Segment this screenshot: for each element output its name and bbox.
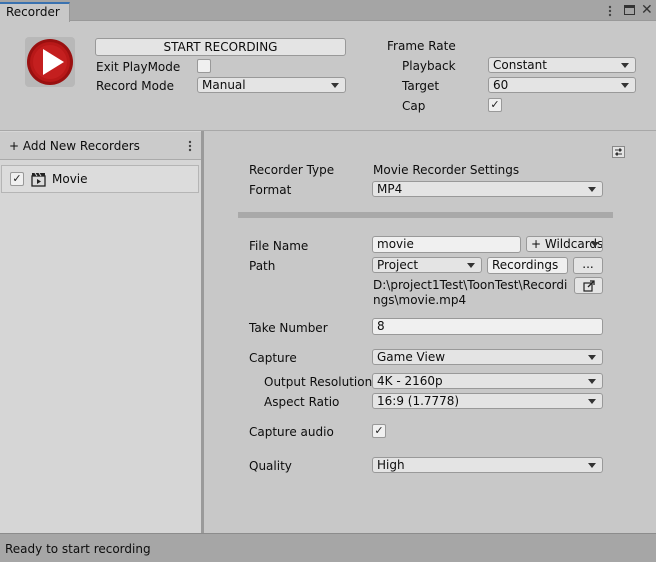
browse-button[interactable]: ...: [573, 257, 603, 274]
aspect-ratio-dropdown[interactable]: 16:9 (1.7778): [372, 393, 603, 409]
frame-rate-title: Frame Rate: [387, 39, 456, 53]
full-path-line-2: ngs\movie.mp4: [373, 293, 467, 307]
kebab-menu-icon[interactable]: [188, 140, 192, 152]
capture-dropdown[interactable]: Game View: [372, 349, 603, 365]
tab-bar: [0, 0, 656, 21]
recorder-type-value: Movie Recorder Settings: [373, 163, 520, 177]
capture-label: Capture: [249, 351, 297, 365]
chevron-down-icon: [467, 263, 475, 268]
record-mode-dropdown[interactable]: Manual: [197, 77, 346, 93]
clapperboard-icon: [31, 172, 46, 187]
record-mode-label: Record Mode: [96, 79, 174, 93]
file-name-field[interactable]: movie: [372, 236, 521, 253]
status-bar: Ready to start recording: [0, 533, 656, 562]
path-folder-field[interactable]: Recordings: [487, 257, 568, 274]
chevron-down-icon: [331, 83, 339, 88]
chevron-down-icon: [588, 355, 596, 360]
add-new-recorders-button[interactable]: + Add New Recorders: [9, 138, 140, 154]
list-item[interactable]: ✓ Movie: [1, 165, 199, 193]
aspect-ratio-label: Aspect Ratio: [264, 395, 340, 409]
target-label: Target: [402, 79, 440, 93]
play-icon: [25, 37, 75, 87]
playback-label: Playback: [402, 59, 456, 73]
preset-icon[interactable]: [612, 146, 625, 158]
file-name-label: File Name: [249, 239, 309, 253]
status-text: Ready to start recording: [5, 542, 151, 556]
exit-playmode-checkbox[interactable]: [197, 59, 211, 73]
output-resolution-dropdown[interactable]: 4K - 2160p: [372, 373, 603, 389]
full-path-line-1: D:\project1Test\ToonTest\Recordi: [373, 278, 568, 292]
quality-label: Quality: [249, 459, 292, 473]
window-tab[interactable]: Recorder: [0, 2, 70, 22]
chevron-down-icon: [621, 83, 629, 88]
path-label: Path: [249, 259, 276, 273]
chevron-down-icon: [588, 187, 596, 192]
chevron-down-icon: [591, 242, 599, 247]
wildcards-dropdown[interactable]: + Wildcards: [526, 236, 603, 252]
chevron-down-icon: [588, 463, 596, 468]
quality-dropdown[interactable]: High: [372, 457, 603, 473]
maximize-icon[interactable]: [624, 5, 635, 15]
recorder-item-label: Movie: [52, 172, 88, 186]
close-icon[interactable]: ✕: [641, 2, 653, 18]
recorder-type-label: Recorder Type: [249, 163, 335, 177]
path-root-dropdown[interactable]: Project: [372, 257, 482, 273]
format-label: Format: [249, 183, 292, 197]
output-resolution-label: Output Resolution: [264, 375, 373, 389]
kebab-menu-icon[interactable]: [608, 5, 612, 17]
recorder-enabled-checkbox[interactable]: ✓: [10, 172, 24, 186]
chevron-down-icon: [588, 379, 596, 384]
open-external-icon: [582, 280, 595, 292]
capture-audio-checkbox[interactable]: ✓: [372, 424, 386, 438]
target-dropdown[interactable]: 60: [488, 77, 636, 93]
format-dropdown[interactable]: MP4: [372, 181, 603, 197]
open-output-folder-button[interactable]: [574, 277, 603, 294]
record-play-button[interactable]: [25, 37, 75, 87]
start-recording-button[interactable]: START RECORDING: [95, 38, 346, 56]
section-separator: [238, 212, 613, 218]
capture-audio-label: Capture audio: [249, 425, 334, 439]
window-tab-label: Recorder: [6, 5, 60, 19]
cap-label: Cap: [402, 99, 426, 113]
take-number-label: Take Number: [249, 321, 328, 335]
cap-checkbox[interactable]: ✓: [488, 98, 502, 112]
chevron-down-icon: [621, 63, 629, 68]
take-number-field[interactable]: 8: [372, 318, 603, 335]
exit-playmode-label: Exit PlayMode: [96, 60, 181, 74]
playback-dropdown[interactable]: Constant: [488, 57, 636, 73]
chevron-down-icon: [588, 399, 596, 404]
